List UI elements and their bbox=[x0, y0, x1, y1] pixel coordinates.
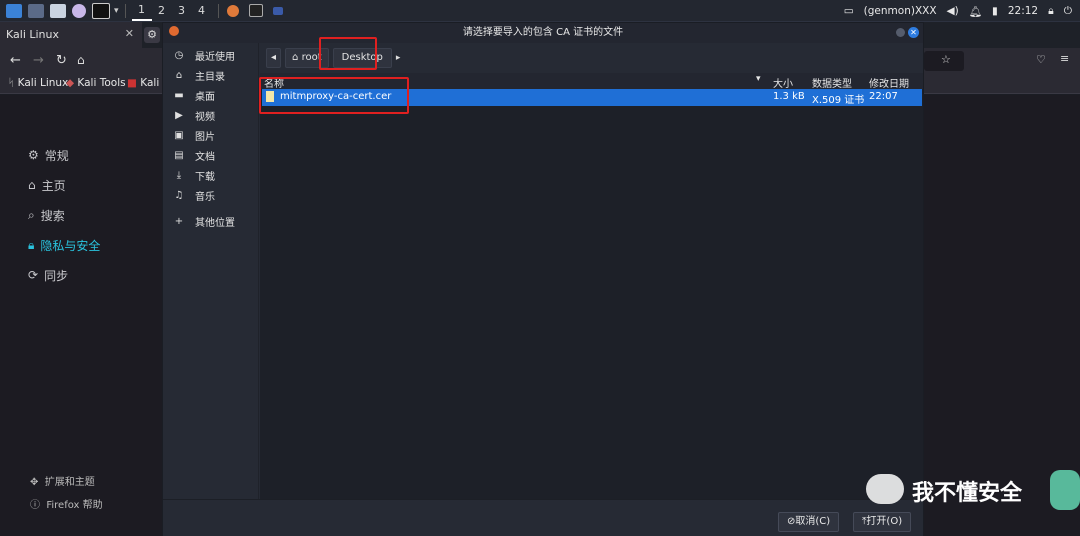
open-button[interactable]: ⤒打开(O) bbox=[853, 512, 912, 532]
workspace-1[interactable]: 1 bbox=[131, 1, 152, 21]
gear-icon: ⚙ bbox=[28, 148, 39, 162]
desktop-icon: ▬ bbox=[174, 89, 184, 101]
home-icon: ⌂ bbox=[292, 52, 299, 63]
footer-link-help[interactable]: ⓘ Firefox 帮助 bbox=[30, 496, 103, 511]
kali-icon: ᛋ bbox=[8, 77, 15, 89]
highlight-file bbox=[259, 77, 409, 114]
menu-icon[interactable]: ≡ bbox=[1060, 52, 1069, 65]
col-size[interactable]: 大小 bbox=[773, 75, 793, 90]
close-icon[interactable]: ✕ bbox=[908, 27, 919, 38]
col-type[interactable]: 数据类型 bbox=[812, 75, 852, 90]
file-size: 1.3 kB bbox=[773, 91, 805, 102]
battery-icon[interactable]: ▮ bbox=[992, 5, 998, 17]
workspace-4[interactable]: 4 bbox=[192, 4, 212, 17]
bookmark-kali-tools[interactable]: ◆ Kali Tools bbox=[66, 77, 126, 89]
file-type: X.509 证书 bbox=[812, 95, 865, 106]
place-music[interactable]: ♫ 音乐 bbox=[163, 185, 258, 205]
dialog-titlebar: 请选择要导入的包含 CA 证书的文件 ✕ bbox=[163, 23, 923, 43]
sidebar-item-general[interactable]: ⚙ 常规 bbox=[28, 140, 100, 170]
video-icon: ▶ bbox=[175, 109, 183, 121]
watermark-text: 我不懂安全 bbox=[912, 481, 1023, 506]
firefox-window-icon[interactable] bbox=[226, 4, 239, 17]
kali-menu-icon[interactable] bbox=[6, 3, 22, 18]
bell-icon[interactable]: 🔔︎ bbox=[969, 5, 982, 18]
window-icon[interactable] bbox=[272, 6, 283, 15]
firefox-icon bbox=[169, 26, 179, 36]
highlight-desktop bbox=[319, 37, 377, 70]
close-tab-icon[interactable]: ✕ bbox=[125, 27, 134, 40]
forward-icon[interactable]: → bbox=[33, 53, 44, 68]
sort-down-icon[interactable]: ▾ bbox=[756, 74, 761, 84]
lock-icon[interactable]: 🔒︎ bbox=[1048, 5, 1054, 18]
clock: 22:12 bbox=[1007, 5, 1039, 17]
star-icon[interactable]: ☆ bbox=[941, 53, 951, 66]
volume-icon[interactable]: ◀) bbox=[947, 5, 959, 17]
settings-tab-icon[interactable]: ⚙ bbox=[144, 27, 160, 43]
tab-title: Kali Linux bbox=[6, 28, 60, 41]
top-taskbar: ▾ 1 2 3 4 ▭ (genmon)XXX ◀) 🔔︎ ▮ 22:12 🔒︎… bbox=[0, 0, 1080, 22]
cancel-button[interactable]: ⊘取消(C) bbox=[778, 512, 840, 532]
monitor-icon[interactable]: ▭ bbox=[844, 5, 854, 17]
place-recent[interactable]: ◷ 最近使用 bbox=[163, 45, 258, 65]
file-manager-icon[interactable] bbox=[50, 3, 66, 18]
chevron-right-icon[interactable]: ▸ bbox=[396, 53, 401, 63]
terminal-icon[interactable] bbox=[92, 2, 110, 19]
col-modified[interactable]: 修改日期 bbox=[869, 75, 909, 90]
back-icon[interactable]: ← bbox=[10, 53, 21, 68]
watermark: 我不懂安全 bbox=[864, 470, 1080, 510]
sync-icon: ⟳ bbox=[28, 268, 39, 282]
kali-docs-icon: ■ bbox=[127, 77, 137, 89]
home-icon: ⌂ bbox=[28, 178, 36, 192]
sidebar-item-sync[interactable]: ⟳ 同步 bbox=[28, 260, 100, 290]
workspace-3[interactable]: 3 bbox=[172, 4, 192, 17]
home-icon: ⌂ bbox=[175, 69, 183, 81]
path-back-button[interactable]: ◂ bbox=[266, 48, 282, 68]
download-icon: ⤓ bbox=[176, 169, 182, 181]
settings-sidebar: ⚙ 常规 ⌂ 主页 ⌕ 搜索 🔒︎ 隐私与安全 ⟳ 同步 bbox=[28, 140, 100, 290]
search-icon: ⌕ bbox=[28, 207, 35, 222]
puzzle-icon: ✥ bbox=[30, 477, 39, 488]
place-pictures[interactable]: ▣ 图片 bbox=[163, 125, 258, 145]
terminal-window-icon[interactable] bbox=[248, 4, 263, 17]
sidebar-item-search[interactable]: ⌕ 搜索 bbox=[28, 200, 100, 230]
genmon-label: (genmon)XXX bbox=[863, 5, 937, 17]
bookmark-kali-linux[interactable]: ᛋ Kali Linux bbox=[8, 77, 68, 89]
music-icon: ♫ bbox=[174, 189, 184, 201]
help-icon: ⓘ bbox=[30, 500, 40, 511]
place-home[interactable]: ⌂ 主目录 bbox=[163, 65, 258, 85]
sidebar-item-privacy[interactable]: 🔒︎ 隐私与安全 bbox=[28, 230, 100, 260]
kali-tools-icon: ◆ bbox=[66, 77, 75, 89]
footer-link-extensions[interactable]: ✥ 扩展和主题 bbox=[30, 473, 95, 488]
lock-icon: 🔒︎ bbox=[28, 237, 35, 252]
firefox-tab[interactable]: Kali Linux ✕ bbox=[0, 22, 142, 48]
pocket-icon[interactable]: ♡ bbox=[1036, 53, 1046, 66]
place-videos[interactable]: ▶ 视频 bbox=[163, 105, 258, 125]
desktop-icon[interactable] bbox=[28, 3, 44, 18]
place-other-locations[interactable]: + 其他位置 bbox=[163, 211, 258, 231]
dialog-actions: ⊘取消(C) ⤒打开(O) bbox=[163, 499, 923, 536]
dialog-title: 请选择要导入的包含 CA 证书的文件 bbox=[462, 27, 624, 38]
sidebar-item-home[interactable]: ⌂ 主页 bbox=[28, 170, 100, 200]
place-desktop[interactable]: ▬ 桌面 bbox=[163, 85, 258, 105]
file-modified: 22:07 bbox=[869, 91, 898, 102]
minimize-icon[interactable] bbox=[896, 28, 905, 37]
workspace-2[interactable]: 2 bbox=[152, 4, 172, 17]
document-icon: ▤ bbox=[174, 149, 184, 161]
image-icon: ▣ bbox=[174, 129, 184, 141]
power-icon[interactable]: ⏻ bbox=[1064, 5, 1072, 18]
places-sidebar: ◷ 最近使用 ⌂ 主目录 ▬ 桌面 ▶ 视频 ▣ 图片 ▤ 文档 ⤓ 下载 ♫ 音乐 + 其他位置 bbox=[163, 43, 259, 499]
firefox-icon[interactable] bbox=[72, 3, 86, 18]
home-icon[interactable]: ⌂ bbox=[77, 53, 85, 67]
chevron-left-icon: ◂ bbox=[271, 52, 277, 63]
place-documents[interactable]: ▤ 文档 bbox=[163, 145, 258, 165]
wechat-icon bbox=[866, 474, 904, 504]
place-downloads[interactable]: ⤓ 下载 bbox=[163, 165, 258, 185]
clock-icon: ◷ bbox=[174, 49, 184, 61]
plus-icon: + bbox=[174, 215, 184, 227]
mascot-icon bbox=[1050, 470, 1080, 510]
chevron-down-icon[interactable]: ▾ bbox=[114, 6, 119, 16]
reload-icon[interactable]: ↻ bbox=[56, 53, 67, 68]
